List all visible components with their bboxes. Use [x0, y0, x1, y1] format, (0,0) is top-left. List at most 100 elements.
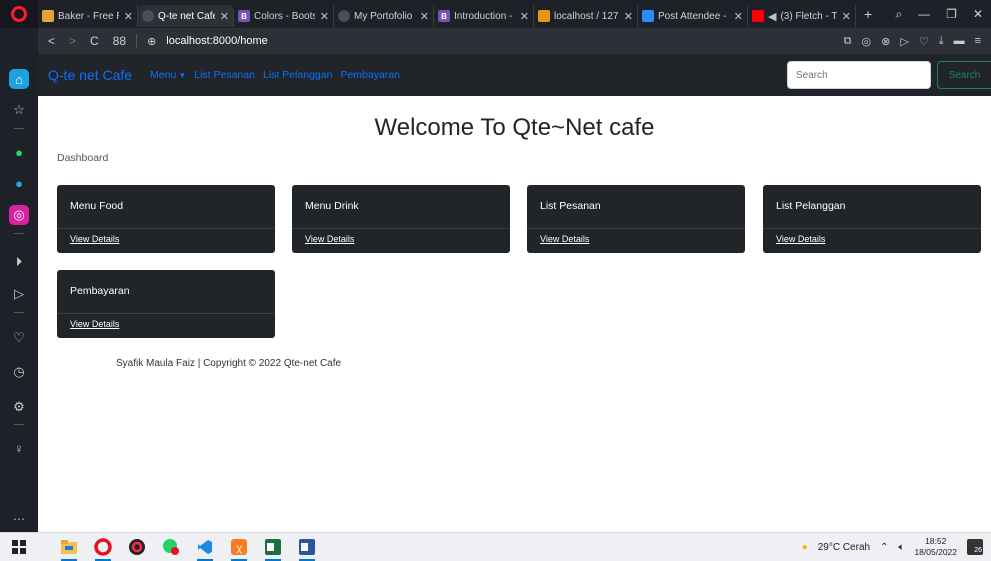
nav-item-list-pesanan[interactable]: List Pesanan [194, 69, 255, 81]
site-info-icon[interactable]: ⊕ [147, 35, 156, 48]
more-icon[interactable]: … [9, 505, 29, 525]
view-details-link[interactable]: View Details [70, 319, 119, 329]
vscode-icon[interactable] [194, 536, 216, 561]
view-details-link[interactable]: View Details [540, 234, 589, 244]
close-icon[interactable]: ✕ [124, 10, 133, 23]
card-divider [57, 313, 275, 314]
view-details-link[interactable]: View Details [305, 234, 354, 244]
close-icon[interactable]: ✕ [220, 10, 229, 23]
forward-button[interactable]: > [69, 34, 76, 48]
whatsapp-icon[interactable]: ● [9, 142, 29, 162]
tab-favicon-icon [338, 10, 350, 22]
flow-sidebar-icon[interactable]: ▷ [9, 284, 29, 304]
tab-bootstrap-intro[interactable]: B Introduction - B ✕ [434, 5, 534, 27]
download-icon[interactable]: ⤓ [939, 35, 944, 48]
search-button[interactable]: Search [937, 61, 991, 89]
heart-icon[interactable]: ♡ [919, 35, 929, 48]
flow-icon[interactable]: ▷ [900, 35, 908, 48]
nav-item-menu[interactable]: Menu ▼ [150, 69, 186, 81]
pinboard-heart-icon[interactable]: ♡ [9, 328, 29, 348]
tab-bootstrap-colors[interactable]: B Colors - Bootstr ✕ [234, 5, 334, 27]
close-icon[interactable]: ✕ [320, 10, 329, 23]
browser-tab-strip: Baker - Free Re ✕ Q-te net Cafe ✕ B Colo… [0, 0, 991, 28]
nav-item-pembayaran[interactable]: Pembayaran [340, 69, 400, 81]
tab-title: Colors - Bootstr [254, 10, 315, 22]
phpmyadmin-icon [538, 10, 550, 22]
opera-browser-icon[interactable] [92, 536, 114, 561]
settings-icon[interactable]: ⚙ [9, 397, 29, 417]
close-icon[interactable]: ✕ [624, 10, 633, 23]
restore-icon[interactable]: ❐ [946, 7, 957, 21]
weather-icon[interactable]: ● [802, 542, 808, 553]
telegram-icon[interactable]: ● [9, 173, 29, 193]
card-divider [527, 228, 745, 229]
card-title: List Pelanggan [776, 200, 846, 212]
close-icon[interactable]: ✕ [520, 10, 529, 23]
new-tab-button[interactable]: + [856, 6, 880, 22]
speed-dial-button[interactable]: 88 [113, 34, 126, 48]
home-icon[interactable]: ⌂ [9, 69, 29, 89]
close-icon[interactable]: ✕ [420, 10, 429, 23]
battery-icon[interactable]: ▬ [954, 35, 965, 48]
opera-gx-icon[interactable] [126, 536, 148, 558]
clock-date: 18/05/2022 [914, 547, 957, 557]
bootstrap-icon: B [238, 10, 250, 22]
notification-center-icon[interactable]: 26 [967, 539, 983, 555]
zoom-icon [642, 10, 654, 22]
search-input[interactable] [787, 61, 931, 89]
weather-text[interactable]: 29°C Cerah [818, 542, 870, 553]
window-close-icon[interactable]: ✕ [973, 7, 983, 21]
reload-button[interactable]: C [90, 34, 99, 48]
tab-title: localhost / 127. [554, 10, 619, 22]
tab-portfolio[interactable]: My Portofolio | ✕ [334, 5, 434, 27]
close-icon[interactable]: ✕ [734, 10, 743, 23]
windows-start-icon[interactable] [8, 536, 30, 558]
tab-title: Baker - Free Re [58, 10, 119, 22]
close-icon[interactable]: ✕ [842, 10, 851, 23]
tab-qte-net-cafe[interactable]: Q-te net Cafe ✕ [138, 5, 234, 27]
vpn-icon[interactable]: ⊗ [881, 35, 890, 48]
speaker-icon[interactable]: ◀ [768, 10, 776, 23]
youtube-icon [752, 10, 764, 22]
share-icon[interactable]: ⧉ [844, 35, 852, 48]
word-icon[interactable] [296, 536, 318, 561]
tab-phpmyadmin[interactable]: localhost / 127. ✕ [534, 5, 638, 27]
system-tray: ● 29°C Cerah ⌃ 🔈︎ 18:52 18/05/2022 26 [802, 536, 991, 558]
tab-list: Baker - Free Re ✕ Q-te net Cafe ✕ B Colo… [38, 0, 895, 28]
player-icon[interactable]: ⏵ [9, 252, 29, 272]
whatsapp-app-icon[interactable] [160, 536, 182, 558]
view-details-link[interactable]: View Details [70, 234, 119, 244]
tab-baker[interactable]: Baker - Free Re ✕ [38, 5, 138, 27]
easy-setup-icon[interactable]: ≡ [975, 35, 981, 48]
tab-zoom-attendee[interactable]: Post Attendee - ✕ [638, 5, 748, 27]
address-bar: < > C 88 ⊕ localhost:8000/home ⧉ ◎ ⊗ ▷ ♡… [38, 28, 991, 54]
tab-title: (3) Fletch - T [780, 10, 837, 22]
nav-item-list-pelanggan[interactable]: List Pelanggan [263, 69, 332, 81]
opera-logo-icon[interactable] [0, 0, 38, 28]
clock[interactable]: 18:52 18/05/2022 [914, 536, 957, 558]
file-explorer-icon[interactable] [58, 536, 80, 561]
snapshot-icon[interactable]: ◎ [862, 35, 872, 48]
xampp-icon[interactable]: ꭓ [228, 536, 250, 561]
back-button[interactable]: < [48, 34, 55, 48]
nav-item-label: Menu [150, 69, 177, 81]
instagram-icon[interactable]: ◎ [9, 205, 29, 225]
excel-icon[interactable] [262, 536, 284, 561]
tab-favicon-icon [42, 10, 54, 22]
view-details-link[interactable]: View Details [776, 234, 825, 244]
tab-youtube[interactable]: ◀ (3) Fletch - T ✕ [748, 5, 856, 27]
card-title: List Pesanan [540, 200, 601, 212]
tray-chevron-up-icon[interactable]: ⌃ [880, 542, 888, 553]
divider [136, 34, 138, 48]
navbar-brand[interactable]: Q-te net Cafe [48, 67, 132, 83]
location-icon[interactable]: ♀ [9, 438, 29, 458]
card-title: Menu Food [70, 200, 124, 212]
search-tabs-icon[interactable]: ⌕ [895, 7, 902, 22]
card-divider [292, 228, 510, 229]
bookmarks-icon[interactable]: ☆ [9, 100, 29, 120]
bootstrap-icon: B [438, 10, 450, 22]
minimize-icon[interactable]: — [918, 7, 930, 21]
history-icon[interactable]: ◷ [9, 362, 29, 382]
volume-icon[interactable]: 🔈︎ [898, 542, 904, 553]
url-field[interactable]: localhost:8000/home [166, 35, 268, 47]
